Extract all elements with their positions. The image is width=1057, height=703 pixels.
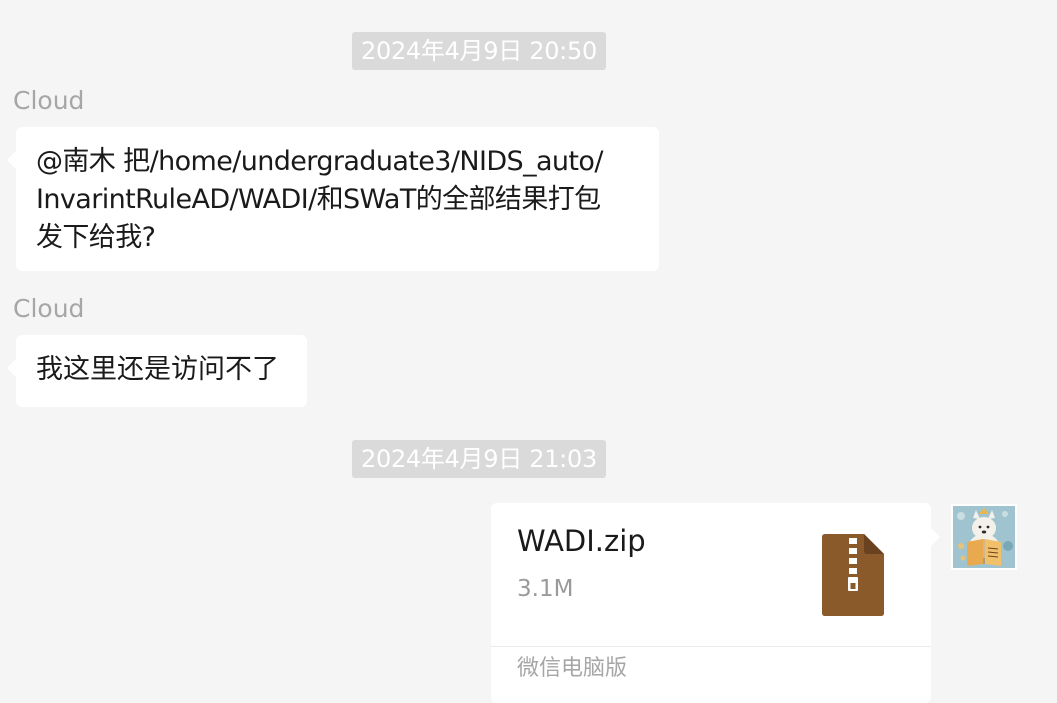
user-avatar[interactable] [951, 504, 1017, 570]
file-size: 3.1M [517, 576, 574, 602]
message-text: 我这里还是访问不了 [36, 354, 279, 385]
divider [491, 646, 931, 647]
file-name: WADI.zip [517, 524, 646, 558]
file-message-card[interactable]: WADI.zip 3.1M 微信电脑版 [491, 503, 940, 703]
zip-file-icon [822, 534, 884, 616]
avatar-dog-reading-book-icon [953, 506, 1015, 568]
file-source-label: 微信电脑版 [517, 656, 628, 681]
message-text-line: InvarintRuleAD/WADI/和SWaT的全部结果打包 [36, 184, 601, 215]
sender-name: Cloud [13, 86, 85, 115]
message-text-line: @南木 把/home/undergraduate3/NIDS_auto/ [36, 146, 603, 177]
message-bubble[interactable]: @南木 把/home/undergraduate3/NIDS_auto/ Inv… [7, 127, 659, 271]
timestamp-divider: 2024年4月9日 21:03 [352, 440, 606, 478]
message-text-line: 发下给我? [36, 222, 156, 253]
sender-name: Cloud [13, 294, 85, 323]
chat-window: 2024年4月9日 20:50 Cloud @南木 把/home/undergr… [0, 0, 1057, 703]
message-bubble[interactable]: 我这里还是访问不了 [7, 335, 307, 407]
timestamp-divider: 2024年4月9日 20:50 [352, 32, 606, 70]
